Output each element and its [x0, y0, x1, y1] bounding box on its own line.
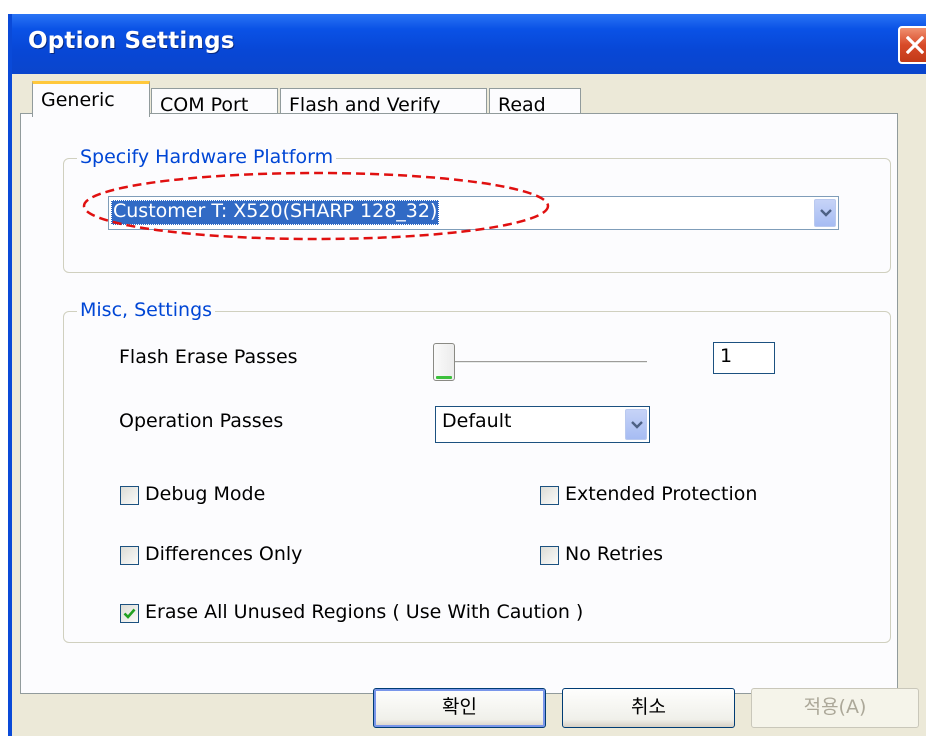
- operation-passes-dropdown-button[interactable]: [625, 409, 647, 440]
- misc-settings-group-title: Misc, Settings: [77, 299, 216, 321]
- apply-button[interactable]: 적용(A): [751, 688, 919, 728]
- debug-mode-checkbox[interactable]: [120, 486, 139, 505]
- no-retries-label: No Retries: [565, 543, 664, 565]
- tab-generic-label: Generic: [41, 89, 115, 111]
- close-button[interactable]: [898, 26, 926, 64]
- differences-only-label: Differences Only: [145, 543, 303, 565]
- cancel-button[interactable]: 취소: [562, 688, 735, 728]
- tab-generic[interactable]: Generic: [32, 81, 150, 117]
- operation-passes-label: Operation Passes: [119, 410, 284, 432]
- title-bar[interactable]: Option Settings: [12, 14, 926, 74]
- close-icon: [906, 36, 924, 54]
- highlight-ellipse-annotation: [82, 171, 550, 241]
- differences-only-checkbox[interactable]: [120, 546, 139, 565]
- chevron-down-icon: [631, 421, 643, 429]
- extended-protection-label: Extended Protection: [565, 483, 758, 505]
- operation-passes-select-value: Default: [442, 410, 512, 432]
- debug-mode-label: Debug Mode: [145, 483, 266, 505]
- ok-button[interactable]: 확인: [373, 688, 546, 728]
- window-title: Option Settings: [28, 28, 235, 54]
- checkmark-icon: [123, 608, 136, 619]
- erase-all-unused-regions-label: Erase All Unused Regions ( Use With Caut…: [145, 601, 584, 623]
- chevron-down-icon: [820, 209, 832, 217]
- erase-all-unused-regions-checkbox[interactable]: [120, 604, 139, 623]
- platform-select-dropdown-button[interactable]: [814, 199, 836, 227]
- flash-erase-passes-slider-track[interactable]: [435, 361, 647, 364]
- flash-erase-passes-label: Flash Erase Passes: [119, 346, 298, 368]
- extended-protection-checkbox[interactable]: [540, 486, 559, 505]
- hardware-platform-group-title: Specify Hardware Platform: [77, 146, 337, 168]
- no-retries-checkbox[interactable]: [540, 546, 559, 565]
- flash-erase-passes-input[interactable]: 1: [713, 342, 775, 374]
- operation-passes-select[interactable]: Default: [435, 406, 650, 443]
- flash-erase-passes-slider-thumb[interactable]: [433, 343, 455, 381]
